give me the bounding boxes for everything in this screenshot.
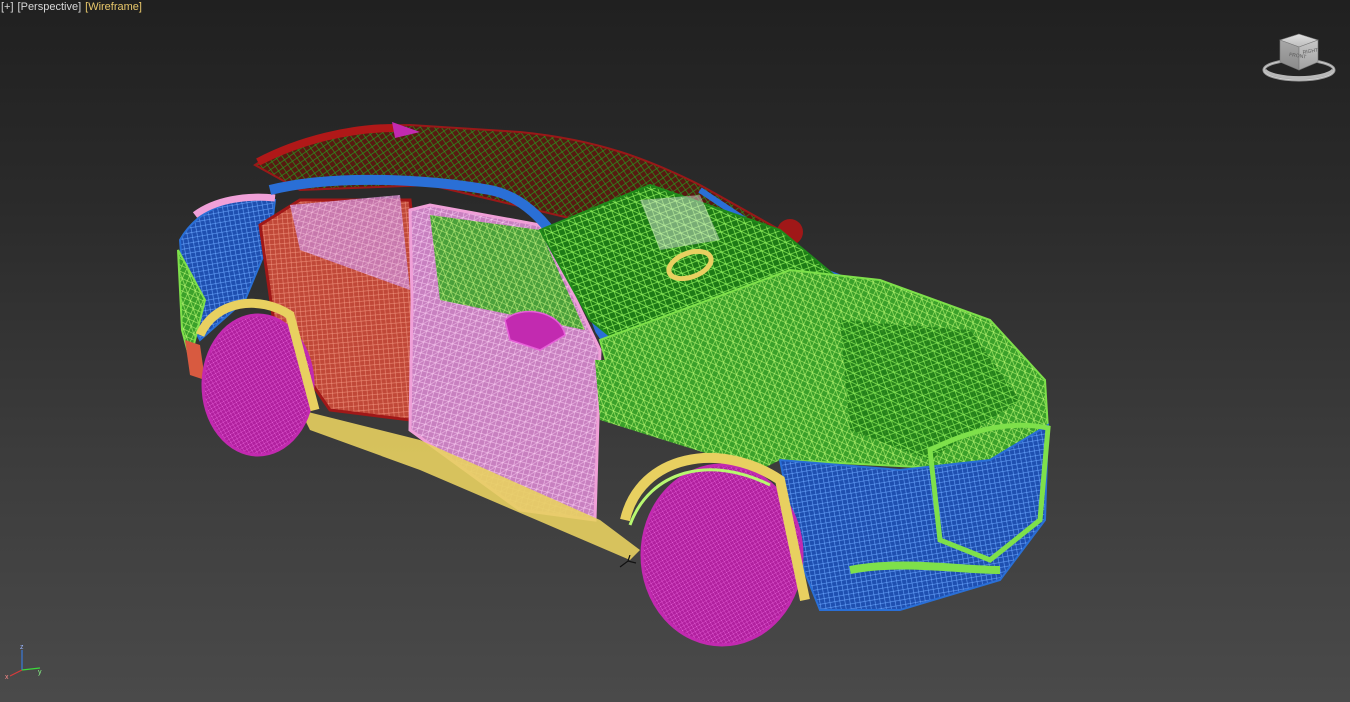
car-wireframe-model[interactable] [0, 0, 1350, 702]
axis-z-label: z [20, 644, 24, 651]
axis-y-label: y [38, 669, 42, 676]
perspective-viewport[interactable]: [+] [Perspective] [Wireframe] FRONT RIGH… [0, 0, 1350, 702]
pivot-gizmo [619, 555, 637, 568]
axis-tripod-icon: z x y [5, 644, 42, 680]
axis-x-label: x [5, 674, 9, 680]
